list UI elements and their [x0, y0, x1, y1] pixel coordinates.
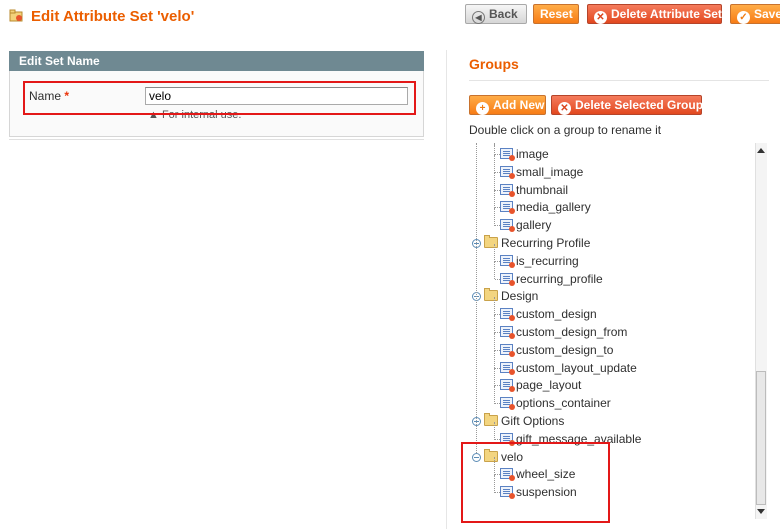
tree-group-label: Recurring Profile: [501, 236, 591, 250]
delete-icon: ✕: [558, 102, 571, 115]
attribute-icon: [500, 219, 515, 233]
tree-line: [494, 172, 495, 191]
attribute-icon: [500, 343, 515, 357]
tree-line: [494, 143, 495, 155]
attribute-icon: [500, 254, 515, 268]
attribute-icon: [500, 201, 515, 215]
tree-line: [494, 190, 495, 209]
back-arrow-icon: ◀: [472, 11, 485, 24]
edit-set-name-header: Edit Set Name: [9, 51, 424, 71]
attribute-icon: [500, 165, 515, 179]
tree-line: [494, 208, 495, 226]
groups-divider: [469, 80, 769, 81]
tree-attribute-label: gallery: [516, 218, 552, 233]
plus-icon: +: [476, 102, 489, 115]
column-separator: [446, 50, 447, 529]
groups-title: Groups: [469, 56, 519, 72]
add-new-group-button[interactable]: + Add New: [469, 95, 546, 115]
attribute-icon: [500, 379, 515, 393]
highlight-box-velo-group: [461, 442, 610, 523]
attribute-icon: [500, 326, 515, 339]
divider: [9, 139, 424, 140]
tree-line: [494, 315, 495, 333]
page-title: Edit Attribute Set 'velo': [31, 8, 195, 25]
tree-line: [494, 350, 495, 369]
scrollbar-thumb[interactable]: [756, 371, 766, 505]
tree-line: [494, 332, 495, 351]
tree-attribute-label: custom_design_from: [516, 325, 628, 339]
folder-icon: [484, 235, 498, 248]
tree-attribute-label: is_recurring: [516, 253, 579, 268]
folder-icon: [484, 288, 498, 302]
tree-line: [494, 154, 495, 173]
tree-attribute-label: image: [516, 147, 549, 161]
attribute-icon: [500, 148, 515, 161]
scroll-down-arrow[interactable]: [757, 509, 765, 514]
highlight-box-name: [23, 81, 416, 115]
tree-line: [476, 143, 477, 453]
tree-line: [494, 368, 495, 387]
groups-hint: Double click on a group to rename it: [469, 123, 662, 137]
delete-icon: ✕: [594, 11, 607, 24]
tree-line: [494, 297, 495, 315]
tree-attribute-label: page_layout: [516, 378, 582, 393]
scroll-up-arrow[interactable]: [757, 148, 765, 153]
tree-attribute-label: custom_design_to: [516, 342, 614, 357]
attribute-set-icon: [9, 9, 23, 22]
attribute-icon: [500, 361, 515, 375]
save-button[interactable]: ✓ Save: [730, 4, 780, 24]
back-button[interactable]: ◀ Back: [465, 4, 527, 24]
tree-group-label: Gift Options: [501, 414, 565, 428]
attribute-icon: [500, 308, 515, 322]
tree-group-label: Design: [501, 289, 539, 304]
tree-line: [494, 243, 495, 262]
delete-attribute-set-button[interactable]: ✕ Delete Attribute Set: [587, 4, 722, 24]
attribute-icon: [500, 272, 515, 286]
tree-attribute-label: custom_design: [516, 307, 597, 322]
attribute-icon: [500, 397, 515, 411]
folder-icon: [484, 413, 498, 426]
tree-attribute-label: recurring_profile: [516, 271, 603, 286]
checkmark-icon: ✓: [737, 11, 750, 24]
delete-selected-group-button[interactable]: ✕ Delete Selected Group: [551, 95, 703, 115]
tree-attribute-label: options_container: [516, 396, 611, 411]
tree-attribute-label: small_image: [516, 164, 584, 179]
tree-attribute-label: media_gallery: [516, 200, 591, 215]
tree-line: [494, 421, 495, 440]
tree-line: [494, 386, 495, 404]
tree-line: [494, 261, 495, 280]
attribute-icon: [500, 183, 515, 197]
reset-button[interactable]: Reset: [533, 4, 579, 24]
tree-attribute-label: thumbnail: [516, 182, 569, 197]
tree-attribute-label: custom_layout_update: [516, 360, 637, 375]
